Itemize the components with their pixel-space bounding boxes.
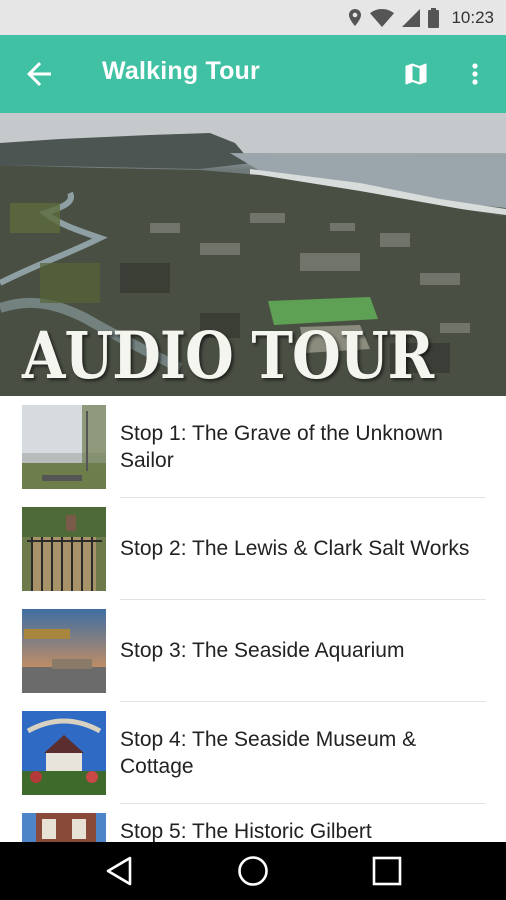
status-time: 10:23 bbox=[451, 7, 494, 27]
list-item-stop-4[interactable]: Stop 4: The Seaside Museum & Cottage bbox=[0, 702, 506, 804]
stops-list: Stop 1: The Grave of the Unknown Sailor … bbox=[0, 396, 506, 900]
app-bar: Walking Tour bbox=[0, 35, 506, 113]
home-circle-icon[interactable] bbox=[236, 854, 270, 888]
stop-label: Stop 3: The Seaside Aquarium bbox=[120, 600, 486, 702]
hero-title: AUDIO TOUR bbox=[22, 318, 434, 394]
map-icon[interactable] bbox=[399, 57, 433, 91]
list-item-stop-3[interactable]: Stop 3: The Seaside Aquarium bbox=[0, 600, 506, 702]
stop-label: Stop 4: The Seaside Museum & Cottage bbox=[120, 702, 486, 804]
recents-square-icon[interactable] bbox=[370, 854, 404, 888]
status-bar: 10:23 bbox=[0, 0, 506, 35]
stop-thumbnail bbox=[22, 711, 106, 795]
stop-thumbnail bbox=[22, 405, 106, 489]
back-arrow-icon[interactable] bbox=[22, 57, 56, 91]
navigation-bar bbox=[0, 842, 506, 900]
back-triangle-icon[interactable] bbox=[102, 854, 136, 888]
battery-icon bbox=[428, 7, 440, 28]
more-vert-icon[interactable] bbox=[462, 57, 488, 91]
location-icon bbox=[348, 8, 362, 27]
stop-thumbnail bbox=[22, 507, 106, 591]
stop-label: Stop 2: The Lewis & Clark Salt Works bbox=[120, 498, 486, 600]
page-title: Walking Tour bbox=[102, 57, 260, 85]
signal-icon bbox=[402, 8, 421, 27]
stop-thumbnail bbox=[22, 609, 106, 693]
hero-image: AUDIO TOUR bbox=[0, 113, 506, 396]
list-item-stop-1[interactable]: Stop 1: The Grave of the Unknown Sailor bbox=[0, 396, 506, 498]
wifi-icon bbox=[370, 8, 395, 27]
list-item-stop-2[interactable]: Stop 2: The Lewis & Clark Salt Works bbox=[0, 498, 506, 600]
stop-label: Stop 1: The Grave of the Unknown Sailor bbox=[120, 396, 486, 498]
